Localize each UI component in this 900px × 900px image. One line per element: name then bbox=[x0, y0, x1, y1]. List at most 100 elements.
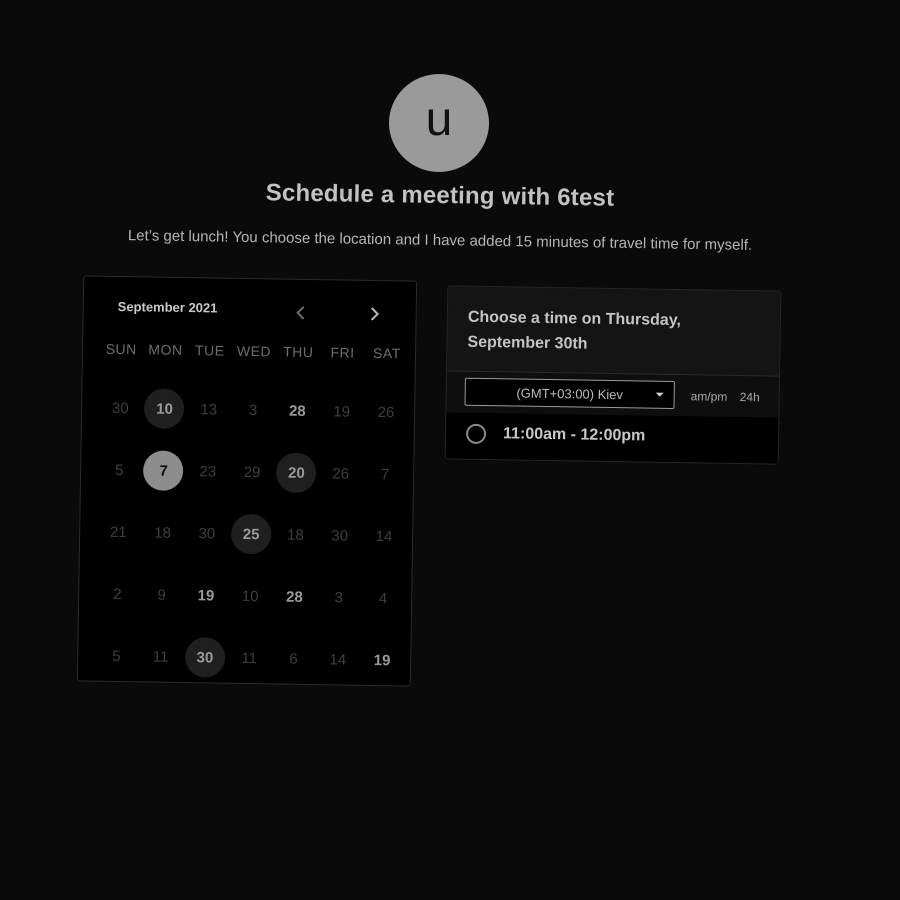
calendar-day: 6 bbox=[271, 627, 316, 690]
scheduling-page: u Schedule a meeting with 6test Let’s ge… bbox=[0, 0, 900, 900]
calendar-day-number: 18 bbox=[154, 524, 172, 542]
calendar-day-number: 10 bbox=[241, 587, 259, 605]
calendar-header: September 2021 bbox=[83, 276, 416, 341]
calendar-day-number: 9 bbox=[157, 586, 166, 604]
time-slot-label: 11:00am - 12:00pm bbox=[502, 425, 646, 445]
calendar-day[interactable]: 20 bbox=[274, 441, 319, 504]
calendar-day-number: 28 bbox=[285, 588, 303, 606]
calendar-day: 10 bbox=[228, 565, 273, 628]
calendar-day: 26 bbox=[318, 442, 363, 505]
calendar-day: 2 bbox=[95, 563, 140, 626]
calendar-day-number: 2 bbox=[113, 585, 122, 603]
weekday-label: WED bbox=[236, 342, 272, 360]
calendar-day: 5 bbox=[97, 439, 142, 502]
calendar-day[interactable]: 7 bbox=[141, 439, 186, 502]
next-month-button[interactable] bbox=[363, 303, 385, 325]
calendar-day-number: 7 bbox=[380, 465, 390, 483]
radio-button-icon[interactable] bbox=[465, 423, 487, 445]
calendar-day-number: 6 bbox=[289, 650, 298, 668]
weekday-label: FRI bbox=[330, 344, 355, 361]
calendar-day[interactable]: 10 bbox=[142, 377, 187, 440]
calendar-day-number: 14 bbox=[329, 650, 347, 669]
calendar-day-number: 7 bbox=[143, 450, 184, 491]
format-24h-toggle[interactable]: 24h bbox=[740, 390, 760, 404]
weekday-label: SAT bbox=[372, 344, 401, 362]
calendar-day-number: 14 bbox=[375, 527, 393, 545]
time-selection-panel: Choose a time on Thursday, September 30t… bbox=[444, 285, 782, 465]
calendar-day-number: 19 bbox=[333, 402, 351, 421]
calendar-day: 14 bbox=[361, 505, 406, 568]
meeting-description: Let’s get lunch! You choose the location… bbox=[127, 227, 753, 254]
weekday-header-row: SUN MON TUE WED THU FRI SAT bbox=[99, 341, 409, 362]
weekday-label: SUN bbox=[105, 340, 137, 358]
host-avatar: u bbox=[389, 74, 489, 172]
calendar-day-number: 23 bbox=[199, 462, 217, 481]
timezone-value: (GMT+03:00) Kiev bbox=[516, 384, 624, 402]
calendar-day: 5 bbox=[94, 625, 139, 688]
calendar-day: 18 bbox=[273, 503, 318, 566]
calendar-day[interactable]: 19 bbox=[183, 564, 228, 627]
calendar-day-number: 5 bbox=[112, 647, 121, 665]
calendar-day: 30 bbox=[317, 504, 362, 567]
calendar-day-number: 3 bbox=[334, 588, 344, 607]
calendar-card: September 2021 SUN MON TUE WED THU FRI SAT 30 1… bbox=[76, 275, 418, 687]
caret-down-icon bbox=[655, 392, 664, 397]
calendar-day: 3 bbox=[316, 566, 361, 629]
calendar-day-number: 5 bbox=[114, 461, 124, 479]
page-title: Schedule a meeting with 6test bbox=[265, 179, 615, 212]
calendar-day-number: 19 bbox=[197, 586, 215, 604]
calendar-day: 26 bbox=[363, 381, 408, 444]
calendar-day-number: 11 bbox=[241, 649, 258, 667]
avatar-initial: u bbox=[425, 93, 453, 146]
calendar-day[interactable]: 25 bbox=[229, 503, 274, 566]
calendar-day: 11 bbox=[227, 627, 272, 690]
calendar-day-number: 4 bbox=[378, 589, 388, 607]
time-slot-option[interactable]: 11:00am - 12:00pm bbox=[445, 412, 779, 464]
weekday-label: THU bbox=[283, 343, 314, 361]
calendar-day[interactable]: 28 bbox=[272, 565, 317, 628]
calendar-day: 7 bbox=[362, 443, 407, 506]
weekday-label: TUE bbox=[194, 342, 225, 359]
timezone-row: (GMT+03:00) Kiev am/pm 24h bbox=[446, 371, 779, 418]
time-panel-heading: Choose a time on Thursday, September 30t… bbox=[467, 308, 682, 353]
calendar-day-number: 19 bbox=[373, 651, 391, 669]
format-ampm-toggle[interactable]: am/pm bbox=[691, 389, 728, 404]
calendar-day: 11 bbox=[138, 625, 183, 688]
calendar-day-number: 20 bbox=[276, 452, 317, 494]
calendar-month-label: September 2021 bbox=[117, 298, 218, 316]
calendar-day[interactable]: 19 bbox=[359, 629, 404, 692]
calendar-day-number: 28 bbox=[288, 402, 306, 420]
calendar-day-number: 10 bbox=[144, 388, 185, 430]
calendar-day: 4 bbox=[360, 567, 405, 630]
calendar-day-number: 30 bbox=[198, 524, 216, 543]
calendar-day: 9 bbox=[139, 563, 184, 626]
weekday-label: MON bbox=[148, 341, 183, 358]
calendar-day: 29 bbox=[230, 441, 275, 504]
calendar-day-number: 29 bbox=[243, 463, 261, 481]
calendar-day-number: 26 bbox=[332, 464, 350, 483]
calendar-day-grid: 30 10 13 3 28 19 26 5 7 23 29 20 26 7 21 18 30 25 18 30 14 2 9… bbox=[94, 377, 409, 692]
calendar-day: 23 bbox=[185, 440, 230, 503]
calendar-day-number: 30 bbox=[184, 637, 226, 678]
calendar-day-number: 18 bbox=[286, 526, 304, 544]
calendar-day-number: 13 bbox=[200, 400, 218, 419]
calendar-day-number: 25 bbox=[230, 513, 272, 555]
calendar-day-number: 30 bbox=[331, 526, 349, 545]
calendar-day: 30 bbox=[98, 377, 143, 440]
timezone-select[interactable]: (GMT+03:00) Kiev bbox=[464, 377, 675, 409]
calendar-day-number: 11 bbox=[152, 648, 169, 666]
calendar-day-number: 3 bbox=[248, 401, 258, 419]
calendar-day-number: 26 bbox=[377, 403, 395, 421]
calendar-day[interactable]: 28 bbox=[275, 379, 320, 442]
calendar-day: 18 bbox=[140, 501, 185, 564]
calendar-day: 13 bbox=[186, 378, 231, 441]
calendar-day: 19 bbox=[319, 380, 364, 443]
calendar-day: 14 bbox=[315, 628, 360, 691]
chevron-left-icon bbox=[296, 306, 305, 320]
calendar-day-number: 21 bbox=[109, 523, 127, 541]
calendar-day[interactable]: 30 bbox=[182, 626, 227, 689]
calendar-day-number: 30 bbox=[111, 399, 129, 417]
previous-month-button[interactable] bbox=[289, 302, 311, 324]
time-panel-header: Choose a time on Thursday, September 30t… bbox=[447, 286, 781, 377]
chevron-right-icon bbox=[370, 307, 380, 321]
